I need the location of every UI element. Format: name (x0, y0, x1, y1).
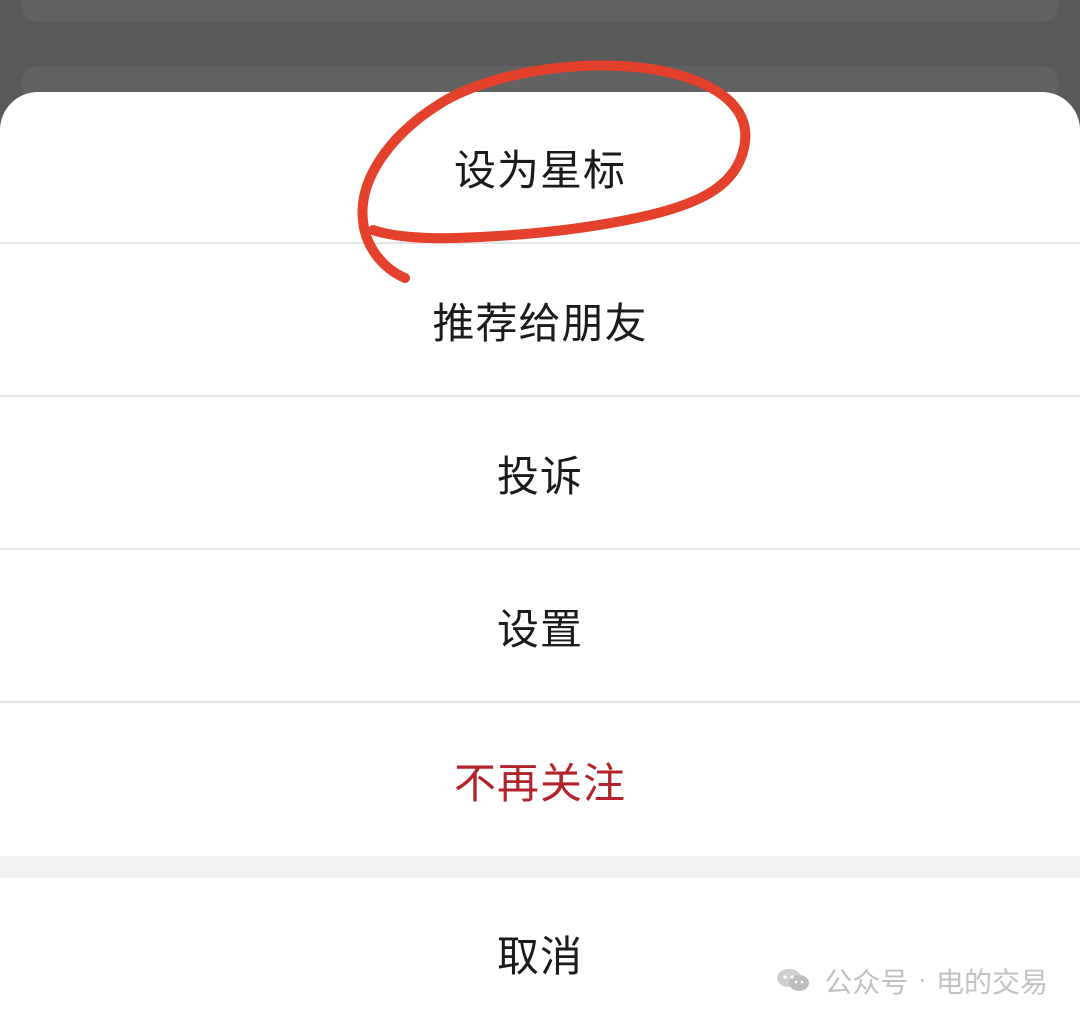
action-sheet: 设为星标 推荐给朋友 投诉 设置 不再关注 取消 (0, 92, 1080, 1029)
set-star-button[interactable]: 设为星标 (0, 92, 1080, 244)
cancel-separator (0, 856, 1080, 878)
watermark-name: 电的交易 (935, 966, 1048, 999)
unfollow-button[interactable]: 不再关注 (0, 704, 1080, 856)
cancel-button[interactable]: 取消 (0, 878, 1080, 1029)
recommend-to-friends-button[interactable]: 推荐给朋友 (0, 245, 1080, 397)
settings-button[interactable]: 设置 (0, 551, 1080, 703)
background-card (22, 0, 1058, 22)
watermark: 公众号 · 电的交易 (774, 961, 1048, 1001)
report-button[interactable]: 投诉 (0, 398, 1080, 550)
wechat-icon (777, 969, 810, 991)
watermark-separator: · (918, 967, 926, 995)
watermark-account-label: 公众号 (824, 966, 909, 999)
